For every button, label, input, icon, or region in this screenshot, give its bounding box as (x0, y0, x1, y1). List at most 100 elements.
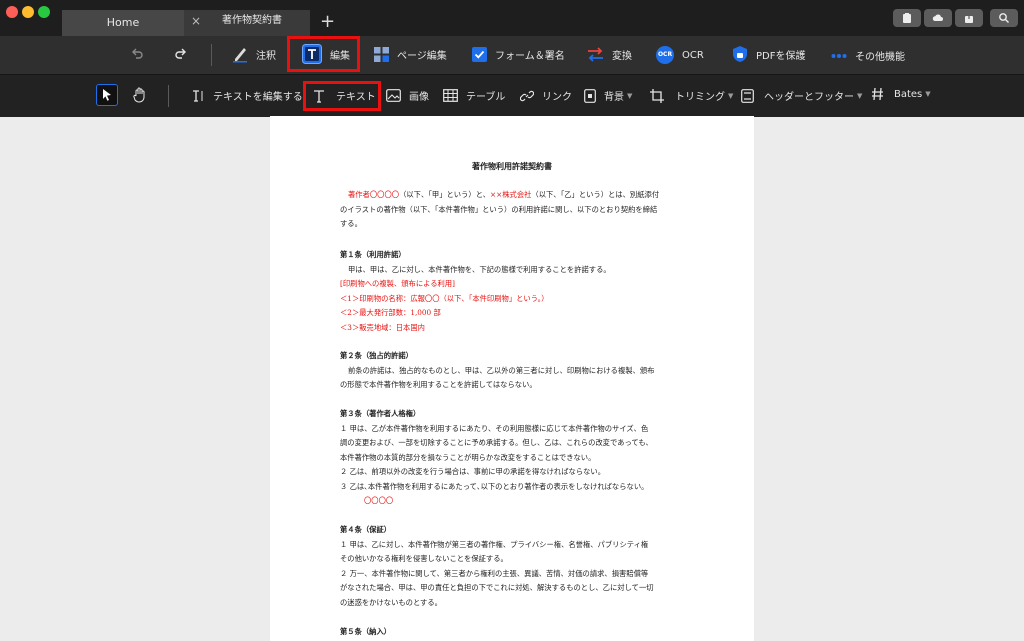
document-page[interactable]: 著作物利用許諾契約書 著作者〇〇〇〇（以下、「甲」という）と、××株式会社（以下… (270, 116, 754, 641)
table-tool[interactable]: テーブル (443, 88, 505, 103)
company-name: ××株式会社 (490, 190, 532, 199)
grid-icon (374, 47, 389, 62)
image-label: 画像 (409, 92, 429, 103)
annotate-label: 注釈 (256, 50, 276, 62)
article-heading: 第３条（著作者人格権） (340, 409, 421, 418)
article-heading: 第１条（利用許諾） (340, 250, 406, 259)
background-icon (584, 88, 596, 103)
edit-text-label: テキストを編集する (213, 92, 303, 103)
text-cursor-icon (193, 89, 203, 102)
more-tools[interactable]: その他機能 (831, 48, 905, 63)
protect-pdf-tool[interactable]: PDFを保護 (732, 45, 805, 63)
edit-text-tool[interactable]: テキストを編集する (191, 88, 303, 103)
chevron-down-icon: ▼ (857, 91, 863, 100)
hand-tool[interactable] (133, 87, 147, 103)
ocr-label: OCR (682, 49, 704, 61)
text-line: １ 甲は、乙が本件著作物を利用するにあたり、その利用態様に応じて本件著作物のサイ… (340, 423, 649, 433)
tab-contract-label: 著作物契約書 (222, 15, 282, 26)
image-icon (386, 89, 401, 102)
author-name: 著作者〇〇〇〇 (348, 190, 400, 199)
tab-home[interactable]: Home (62, 10, 184, 36)
text-line: ３ 乙は､本件著作物を利用するにあたって､以下のとおり著作者の表示をしなければな… (340, 481, 649, 491)
text-span: （以下、「甲」という）と、 (399, 190, 490, 199)
close-window-button[interactable] (6, 6, 18, 18)
annotate-tool[interactable]: 注釈 (232, 45, 276, 63)
article-heading: 第２条（独占的許諾） (340, 351, 413, 360)
text-line: その他いかなる権利を侵害しないことを保証する。 (340, 554, 508, 563)
more-label: その他機能 (855, 52, 905, 63)
text-line: する。 (340, 219, 362, 228)
zoom-window-button[interactable] (38, 6, 50, 18)
share-button[interactable] (955, 9, 983, 27)
article-2: 第２条（独占的許諾） 前条の許諾は、独占的なものとし、甲は、乙以外の第三者に対し… (340, 349, 690, 393)
background-tool[interactable]: 背景 ▼ (584, 88, 632, 103)
article-3: 第３条（著作者人格権） １ 甲は、乙が本件著作物を利用するにあたり、その利用態様… (340, 407, 690, 509)
more-icon (831, 53, 847, 58)
text-line: 著作者〇〇〇〇（以下、「甲」という）と、××株式会社（以下、「乙」という）とは、… (340, 188, 690, 203)
bates-tool[interactable]: Bates ▼ (871, 87, 931, 101)
search-icon (999, 13, 1009, 23)
ocr-tool[interactable]: OCR OCR (656, 46, 704, 64)
bates-label: Bates (894, 88, 923, 100)
article-4: 第４条（保証） １ 甲は、乙に対し、本件著作物が第三者の著作権、プライバシー権、… (340, 523, 690, 610)
clipboard-icon (903, 13, 911, 23)
background-label: 背景 (604, 92, 624, 103)
link-tool[interactable]: リンク (520, 88, 572, 103)
convert-tool[interactable]: 変換 (587, 47, 632, 62)
text-line: 本件著作物の本質的部分を損なうことが明らかな改変をすることはできない。 (340, 452, 596, 462)
chevron-down-icon: ▼ (627, 91, 633, 100)
text-line: ＜1＞印刷物の名称：広報〇〇（以下、「本件印刷物」という。） (340, 293, 549, 303)
page-edit-tool[interactable]: ページ編集 (374, 47, 447, 62)
hash-icon (872, 87, 883, 101)
cloud-button[interactable] (924, 9, 952, 27)
crop-icon (650, 88, 664, 103)
shield-icon (733, 46, 747, 62)
undo-icon (132, 48, 143, 59)
add-tab-button[interactable]: + (320, 12, 335, 32)
tab-home-label: Home (106, 16, 140, 29)
crop-tool[interactable]: トリミング ▼ (650, 88, 733, 103)
minimize-window-button[interactable] (22, 6, 34, 18)
share-icon (965, 12, 973, 23)
text-line: の迷惑をかけないものとする。 (340, 597, 442, 607)
checkbox-icon (472, 47, 487, 62)
article-5: 第５条（納入） (340, 625, 690, 640)
text-line: 甲は、甲は、乙に対し、本件著作物を、下記の態様で利用することを許諾する。 (348, 264, 611, 274)
text-line: 〇〇〇〇 (364, 496, 394, 505)
header-footer-label: ヘッダーとフッター (764, 92, 854, 103)
chevron-down-icon: ▼ (925, 90, 931, 98)
article-heading: 第５条（納入） (340, 627, 392, 636)
article-1: 第１条（利用許諾） 甲は、甲は、乙に対し、本件著作物を、下記の態様で利用すること… (340, 248, 690, 335)
form-sign-tool[interactable]: フォーム＆署名 (472, 47, 565, 62)
close-icon[interactable]: × (191, 14, 201, 28)
form-sign-label: フォーム＆署名 (495, 51, 565, 62)
image-tool[interactable]: 画像 (386, 88, 429, 103)
text-line: ２ 乙は、前項以外の改変を行う場合は、事前に甲の承諾を得なければならない。 (340, 467, 606, 476)
select-tool[interactable] (96, 84, 118, 106)
header-footer-icon (741, 88, 754, 103)
text-span: （以下、「乙」という）とは、別紙添付 (531, 190, 660, 199)
text-line: 前条の許諾は、独占的なものとし、甲は、乙以外の第三者に対し、印刷物における複製、… (348, 365, 655, 375)
redo-icon (175, 48, 186, 59)
header-footer-tool[interactable]: ヘッダーとフッター ▼ (741, 88, 862, 103)
text-highlight-box (303, 81, 381, 111)
clipboard-button[interactable] (893, 9, 921, 27)
crop-label: トリミング (675, 92, 725, 103)
text-line: ＜3＞販売地域：日本国内 (340, 322, 425, 332)
text-line: 調の変更および、一部を切除することに予め承諾する。但し、乙は、これらの改変であっ… (340, 438, 653, 447)
document-title: 著作物利用許諾契約書 (472, 161, 552, 171)
search-button[interactable] (990, 9, 1018, 27)
convert-icon (588, 47, 603, 62)
undo-button[interactable] (130, 47, 144, 61)
redo-button[interactable] (174, 47, 188, 61)
table-label: テーブル (466, 92, 506, 103)
cloud-icon (932, 14, 943, 21)
edit-highlight-box (287, 36, 360, 72)
intro-paragraph: 著作者〇〇〇〇（以下、「甲」という）と、××株式会社（以下、「乙」という）とは、… (340, 188, 690, 232)
title-bar: Home × 著作物契約書 + (0, 0, 1024, 36)
text-line: [印刷物への複製、頒布による利用] (340, 279, 455, 288)
cursor-icon (103, 89, 111, 101)
table-icon (443, 89, 458, 102)
protect-pdf-label: PDFを保護 (756, 50, 806, 62)
pen-icon (233, 48, 247, 63)
